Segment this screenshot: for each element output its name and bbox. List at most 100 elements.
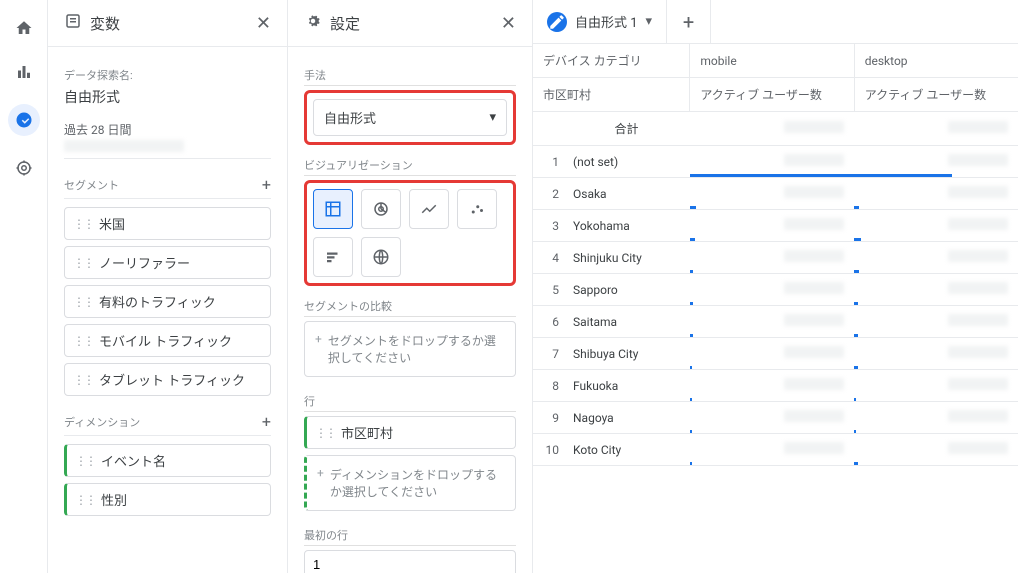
plus-icon: +	[317, 466, 324, 480]
header-city: 市区町村	[533, 78, 690, 112]
table-row[interactable]: 7Shibuya City	[533, 338, 1018, 370]
total-row: 合計	[533, 112, 1018, 146]
dimensions-label: ディメンション	[64, 414, 140, 430]
header-mobile: mobile	[690, 44, 854, 78]
table-row[interactable]: 3Yokohama	[533, 210, 1018, 242]
settings-header: 設定 ✕	[288, 0, 532, 47]
start-row-input[interactable]	[304, 550, 516, 573]
table-row[interactable]: 9Nagoya	[533, 402, 1018, 434]
viz-line-button[interactable]	[409, 189, 449, 229]
header-mobile-metric: アクティブ ユーザー数	[690, 78, 854, 112]
chevron-down-icon[interactable]: ▾	[646, 14, 653, 29]
edit-icon	[547, 12, 567, 32]
table-row[interactable]: 10Koto City	[533, 434, 1018, 466]
start-row-label: 最初の行	[304, 527, 516, 546]
variables-close-icon[interactable]: ✕	[256, 13, 271, 34]
segments-section-head: セグメント +	[64, 175, 271, 199]
rows-chip-city[interactable]: ⋮⋮ 市区町村	[304, 416, 516, 449]
segment-chip[interactable]: ⋮⋮有料のトラフィック	[64, 285, 271, 318]
nav-target-icon[interactable]	[12, 156, 36, 180]
table-row[interactable]: 1(not set)	[533, 146, 1018, 178]
chip-label: 有料のトラフィック	[99, 292, 216, 311]
variables-icon	[64, 12, 82, 34]
tab-freeform-1[interactable]: 自由形式 1 ▾	[533, 0, 667, 43]
row-city: Fukuoka	[563, 370, 690, 402]
add-segment-button[interactable]: +	[262, 175, 271, 194]
row-mobile-cell	[690, 434, 854, 466]
technique-select[interactable]: 自由形式 ▾	[313, 99, 507, 136]
row-city: Osaka	[563, 178, 690, 210]
row-index: 2	[533, 178, 563, 210]
total-desktop-blurred	[948, 121, 1008, 133]
row-desktop-cell	[854, 146, 1018, 178]
viz-table-button[interactable]	[313, 189, 353, 229]
technique-label: 手法	[304, 67, 516, 86]
rows-dropzone[interactable]: + ディメンションをドロップするか選択してください	[304, 455, 516, 511]
row-index: 3	[533, 210, 563, 242]
row-mobile-cell	[690, 178, 854, 210]
dimension-chip[interactable]: ⋮⋮ 性別	[64, 483, 271, 516]
nav-home-icon[interactable]	[12, 16, 36, 40]
grip-icon: ⋮⋮	[315, 426, 335, 440]
table-row[interactable]: 8Fukuoka	[533, 370, 1018, 402]
date-range-label: 過去 28 日間	[64, 121, 271, 138]
total-label: 合計	[563, 112, 690, 146]
row-desktop-cell	[854, 306, 1018, 338]
row-city: Yokohama	[563, 210, 690, 242]
chip-label: イベント名	[101, 451, 166, 470]
segment-compare-dropzone[interactable]: + セグメントをドロップするか選択してください	[304, 321, 516, 377]
exploration-name[interactable]: 自由形式	[64, 87, 271, 107]
table-row[interactable]: 5Sapporo	[533, 274, 1018, 306]
header-device-category: デバイス カテゴリ	[533, 44, 690, 78]
gear-icon	[304, 12, 322, 34]
grip-icon: ⋮⋮	[73, 256, 93, 270]
add-tab-button[interactable]: +	[667, 0, 711, 43]
row-index: 6	[533, 306, 563, 338]
date-range-picker[interactable]: 過去 28 日間	[64, 115, 271, 159]
table-row[interactable]: 2Osaka	[533, 178, 1018, 210]
row-city: Shinjuku City	[563, 242, 690, 274]
chip-label: ノーリファラー	[99, 253, 190, 272]
tab-label: 自由形式 1	[575, 12, 638, 31]
row-index: 1	[533, 146, 563, 178]
row-mobile-cell	[690, 274, 854, 306]
segment-chip[interactable]: ⋮⋮米国	[64, 207, 271, 240]
row-desktop-cell	[854, 242, 1018, 274]
row-desktop-cell	[854, 338, 1018, 370]
header-desktop: desktop	[854, 44, 1018, 78]
nav-explore-icon[interactable]	[8, 104, 40, 136]
row-desktop-cell	[854, 370, 1018, 402]
row-desktop-cell	[854, 210, 1018, 242]
viz-donut-button[interactable]	[361, 189, 401, 229]
table-row[interactable]: 6Saitama	[533, 306, 1018, 338]
row-index: 10	[533, 434, 563, 466]
left-nav	[0, 0, 48, 573]
row-mobile-cell	[690, 242, 854, 274]
row-desktop-cell	[854, 434, 1018, 466]
table-row[interactable]: 4Shinjuku City	[533, 242, 1018, 274]
visualization-highlight-box	[304, 180, 516, 286]
grip-icon: ⋮⋮	[73, 334, 93, 348]
grip-icon: ⋮⋮	[73, 217, 93, 231]
add-dimension-button[interactable]: +	[262, 412, 271, 431]
row-city: Koto City	[563, 434, 690, 466]
viz-bar-button[interactable]	[313, 237, 353, 277]
grip-icon: ⋮⋮	[75, 493, 95, 507]
segment-chip[interactable]: ⋮⋮モバイル トラフィック	[64, 324, 271, 357]
chip-label: 性別	[101, 490, 127, 509]
row-index: 4	[533, 242, 563, 274]
row-mobile-cell	[690, 306, 854, 338]
main-canvas: 自由形式 1 ▾ + デバイス カテゴリ mobile desktop 市区町村…	[533, 0, 1018, 573]
settings-close-icon[interactable]: ✕	[501, 13, 516, 34]
dimension-chip[interactable]: ⋮⋮イベント名	[64, 444, 271, 477]
dimensions-section-head: ディメンション +	[64, 412, 271, 436]
settings-title: 設定	[330, 13, 493, 34]
row-city: Saitama	[563, 306, 690, 338]
segment-chip[interactable]: ⋮⋮ ノーリファラー	[64, 246, 271, 279]
viz-geo-button[interactable]	[361, 237, 401, 277]
viz-scatter-button[interactable]	[457, 189, 497, 229]
row-index: 7	[533, 338, 563, 370]
segment-chip[interactable]: ⋮⋮タブレット トラフィック	[64, 363, 271, 396]
nav-reports-icon[interactable]	[12, 60, 36, 84]
visualization-grid	[313, 189, 507, 277]
